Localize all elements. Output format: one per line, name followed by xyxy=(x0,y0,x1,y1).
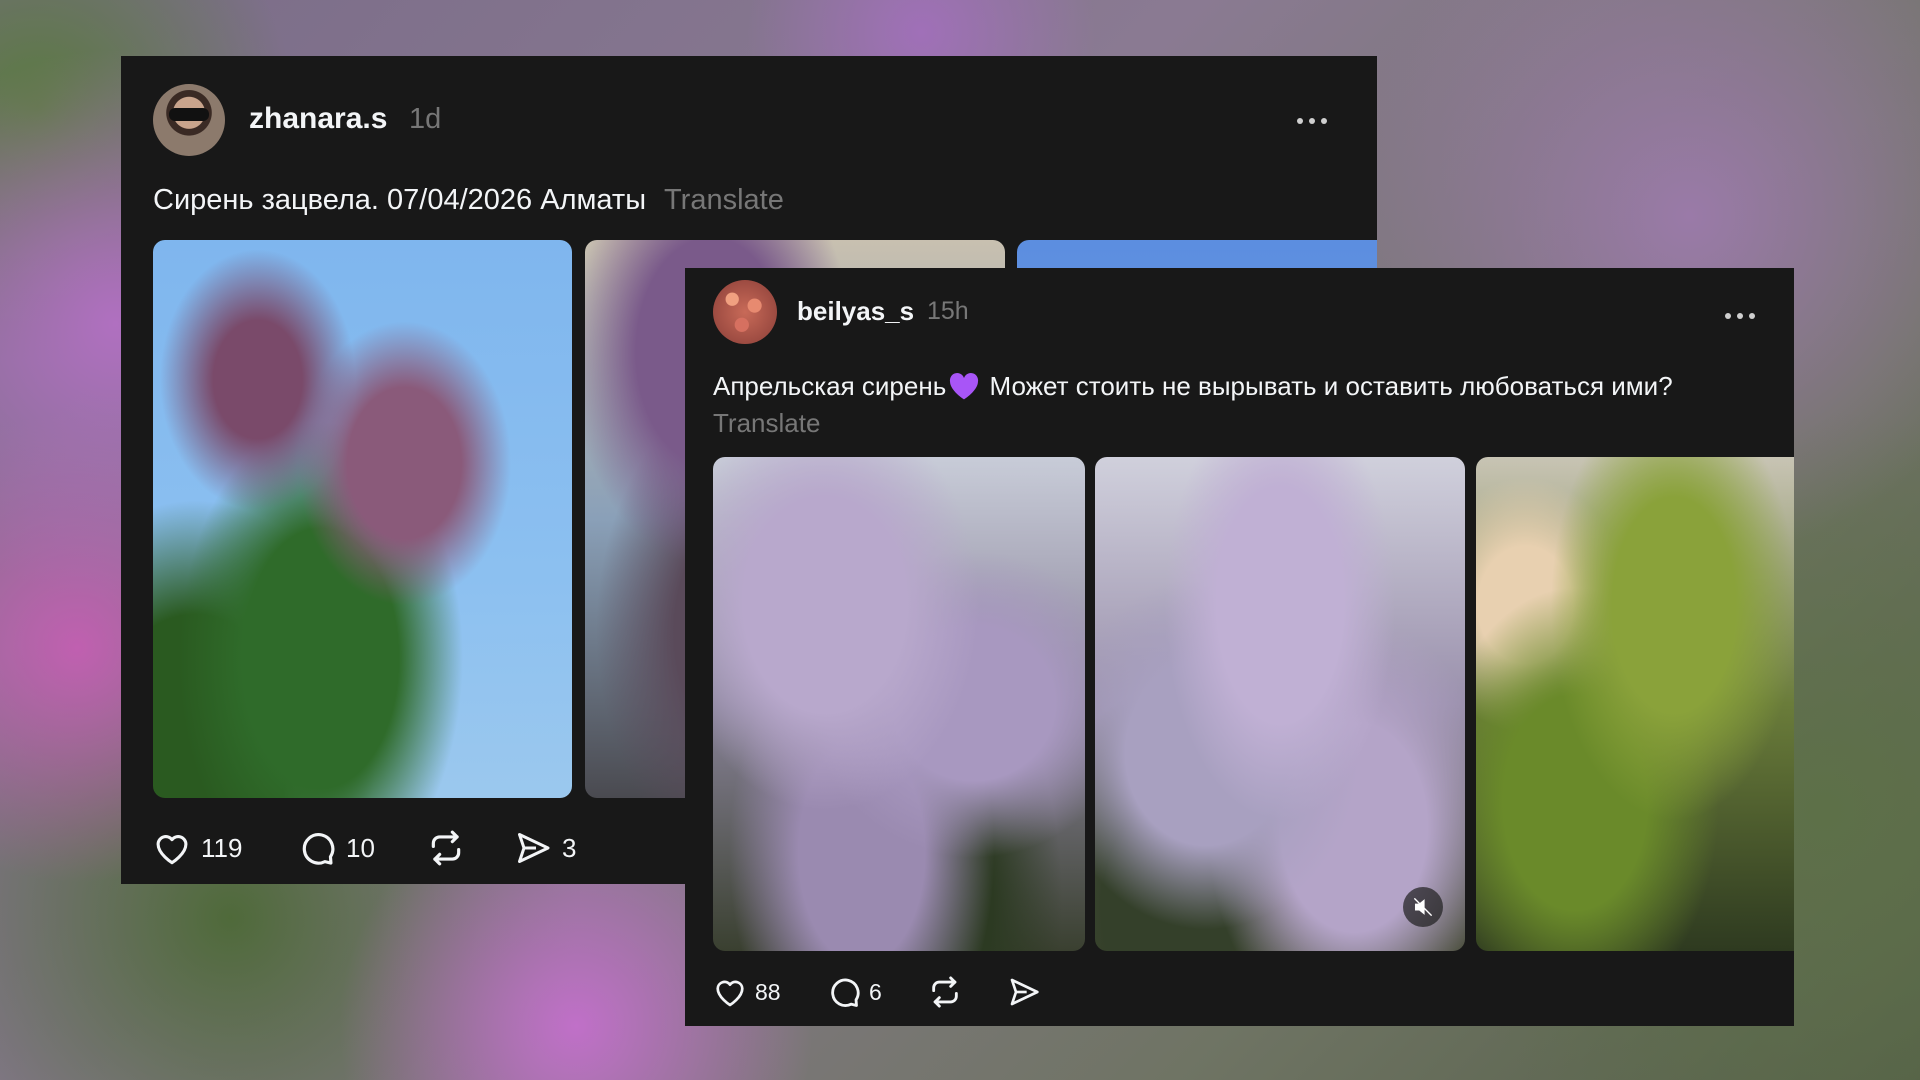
share-button[interactable]: 3 xyxy=(514,830,576,866)
heart-icon xyxy=(156,835,188,865)
post-image[interactable] xyxy=(713,457,1085,951)
repost-button[interactable] xyxy=(426,829,514,867)
username[interactable]: zhanara.s xyxy=(249,102,387,136)
post-image[interactable] xyxy=(153,240,572,798)
heart-icon xyxy=(716,980,744,1007)
more-icon[interactable] xyxy=(1725,313,1755,319)
share-button[interactable] xyxy=(1007,976,1041,1008)
comment-button[interactable]: 6 xyxy=(827,975,927,1009)
avatar[interactable] xyxy=(153,84,225,156)
purple-heart-emoji xyxy=(950,373,979,400)
repost-icon xyxy=(431,830,461,866)
share-icon xyxy=(518,833,550,863)
post-actions: 88 6 xyxy=(713,974,1041,1010)
comment-icon xyxy=(302,833,335,865)
repost-icon xyxy=(932,976,958,1008)
comment-icon xyxy=(831,978,860,1007)
username[interactable]: beilyas_s xyxy=(797,296,914,327)
post-time: 1d xyxy=(409,103,442,135)
post-actions: 119 10 3 xyxy=(153,828,576,868)
share-icon xyxy=(1010,978,1039,1006)
like-button[interactable]: 119 xyxy=(153,831,298,865)
post-caption: Апрельская сирень Может стоить не вырыва… xyxy=(713,368,1773,442)
comment-count: 10 xyxy=(346,832,375,863)
post-video[interactable] xyxy=(1095,457,1465,951)
avatar-glasses xyxy=(169,108,209,121)
like-count: 119 xyxy=(201,832,243,863)
caption-text: Сирень зацвела. 07/04/2026 Алматы xyxy=(153,184,647,216)
post-time: 15h xyxy=(927,297,969,325)
comment-count: 6 xyxy=(869,978,882,1005)
like-button[interactable]: 88 xyxy=(713,977,827,1007)
post-image[interactable] xyxy=(1476,457,1794,951)
share-count: 3 xyxy=(562,832,577,863)
caption-text: Может стоить не вырывать и оставить любо… xyxy=(982,371,1673,401)
comment-button[interactable]: 10 xyxy=(298,829,426,867)
post-caption: Сирень зацвела. 07/04/2026 Алматы Transla… xyxy=(153,184,784,217)
repost-button[interactable] xyxy=(927,975,1007,1009)
mute-icon[interactable] xyxy=(1403,887,1443,927)
translate-link[interactable]: Translate xyxy=(713,408,820,438)
more-icon[interactable] xyxy=(1297,118,1327,124)
caption-text: Апрельская сирень xyxy=(713,371,947,401)
avatar[interactable] xyxy=(713,280,777,344)
post-card-beilyas: beilyas_s 15h Апрельская сирень Может ст… xyxy=(685,268,1794,1026)
translate-link[interactable]: Translate xyxy=(664,184,784,216)
like-count: 88 xyxy=(755,978,781,1005)
